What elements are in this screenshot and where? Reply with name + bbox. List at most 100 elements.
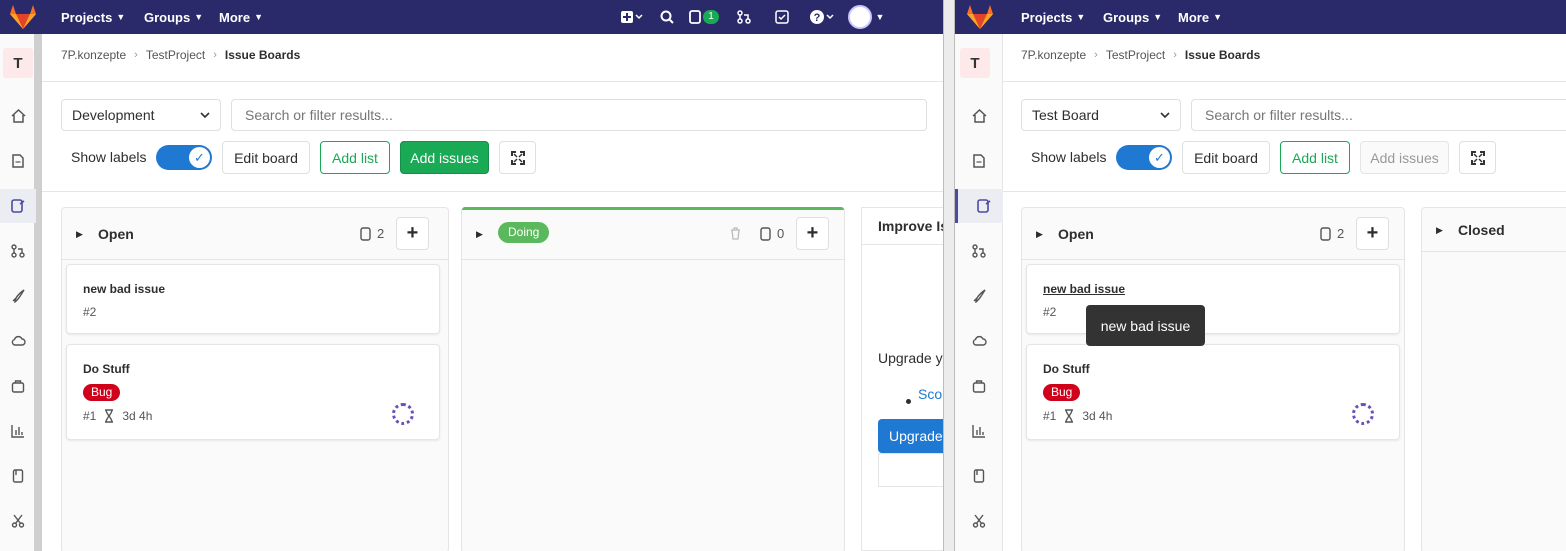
right-browser-pane: Projects ▼ Groups ▼ More ▼ T 7P.konzepte › …	[955, 0, 1566, 551]
add-list-button[interactable]: Add list	[1280, 141, 1350, 174]
issues-icon[interactable]	[0, 189, 36, 223]
user-avatar-menu[interactable]: ▼	[842, 0, 890, 34]
add-issue-plus-button[interactable]: +	[1356, 217, 1389, 250]
issue-card[interactable]: new bad issue #2	[66, 264, 440, 334]
issue-meta: #1 3d 4h	[83, 409, 152, 423]
bug-label[interactable]: Bug	[83, 384, 121, 401]
merge-request-icon[interactable]	[0, 234, 36, 268]
show-labels-label: Show labels	[1031, 149, 1107, 165]
merge-requests-icon[interactable]	[726, 0, 762, 34]
snippets-scissors-icon[interactable]	[961, 504, 997, 538]
collapse-caret-icon[interactable]: ▶	[1436, 225, 1443, 236]
upgrade-button[interactable]: Upgrade	[878, 419, 943, 453]
add-issues-button[interactable]: Add issues	[1360, 141, 1449, 174]
assignee-avatar[interactable]	[392, 403, 414, 425]
package-icon[interactable]	[0, 369, 36, 403]
home-icon[interactable]	[961, 99, 997, 133]
nav-projects-menu[interactable]: Projects ▼	[61, 0, 125, 34]
promo-feature-link[interactable]: Scop	[918, 386, 943, 402]
collapse-caret-icon[interactable]: ▶	[76, 229, 83, 240]
gitlab-logo-icon[interactable]	[965, 4, 995, 30]
collapse-caret-icon[interactable]: ▶	[1036, 229, 1043, 240]
breadcrumb-project-link[interactable]: TestProject	[1106, 48, 1165, 62]
chevron-down-icon: ▼	[1153, 12, 1163, 22]
issue-title[interactable]: new bad issue	[83, 282, 165, 296]
collapse-caret-icon[interactable]: ▶	[476, 229, 483, 240]
board-switcher-dropdown[interactable]: Development	[61, 99, 221, 131]
analytics-icon[interactable]	[0, 414, 36, 448]
breadcrumb-group-link[interactable]: 7P.konzepte	[1021, 48, 1086, 62]
breadcrumb-current[interactable]: Issue Boards	[1185, 48, 1260, 62]
edit-board-button[interactable]: Edit board	[1182, 141, 1270, 174]
help-icon[interactable]: ?	[802, 0, 842, 34]
rocket-icon[interactable]	[0, 279, 36, 313]
assignee-avatar[interactable]	[1352, 403, 1374, 425]
nav-projects-menu[interactable]: Projects ▼	[1021, 0, 1085, 34]
issues-nav-icon[interactable]: 1	[682, 0, 726, 34]
add-issues-button[interactable]: Add issues	[400, 141, 489, 174]
wiki-book-icon[interactable]	[0, 459, 36, 493]
todos-icon[interactable]	[762, 0, 802, 34]
show-labels-toggle[interactable]: ✓	[156, 145, 212, 170]
delete-list-icon[interactable]	[730, 227, 741, 243]
cloud-icon[interactable]	[961, 324, 997, 358]
breadcrumb-current[interactable]: Issue Boards	[225, 48, 300, 62]
board-list-open: ▶ Open 2 + new bad issue #2 Do Stuff Bug…	[61, 207, 449, 551]
svg-text:?: ?	[814, 12, 821, 24]
add-issue-plus-button[interactable]: +	[796, 217, 829, 250]
issue-title[interactable]: Do Stuff	[83, 362, 130, 376]
project-avatar[interactable]: T	[960, 48, 990, 78]
snippets-scissors-icon[interactable]	[0, 504, 36, 538]
issue-count: 2	[360, 226, 384, 241]
add-list-button[interactable]: Add list	[320, 141, 390, 174]
breadcrumb-group-link[interactable]: 7P.konzepte	[61, 48, 126, 62]
bug-label[interactable]: Bug	[1043, 384, 1081, 401]
search-input[interactable]	[231, 99, 927, 131]
issues-icon[interactable]	[955, 189, 1003, 223]
breadcrumb-project-link[interactable]: TestProject	[146, 48, 205, 62]
issue-title[interactable]: new bad issue	[1043, 282, 1125, 296]
board-switcher-dropdown[interactable]: Test Board	[1021, 99, 1181, 131]
fullscreen-button[interactable]	[1459, 141, 1496, 174]
repository-icon[interactable]	[961, 144, 997, 178]
edit-board-button[interactable]: Edit board	[222, 141, 310, 174]
breadcrumb: 7P.konzepte › TestProject › Issue Boards	[1021, 48, 1260, 62]
issues-icon	[760, 226, 771, 241]
home-icon[interactable]	[0, 99, 36, 133]
package-icon[interactable]	[961, 369, 997, 403]
doing-label[interactable]: Doing	[498, 222, 550, 243]
window-divider	[943, 0, 955, 551]
wiki-book-icon[interactable]	[961, 459, 997, 493]
nav-groups-menu[interactable]: Groups ▼	[1103, 0, 1162, 34]
merge-request-icon[interactable]	[961, 234, 997, 268]
list-header: ▶ Doing 0 +	[462, 208, 844, 260]
new-item-icon[interactable]	[612, 0, 652, 34]
top-navbar: Projects ▼ Groups ▼ More ▼ 1 ? ▼	[0, 0, 943, 34]
cloud-icon[interactable]	[0, 324, 36, 358]
search-icon[interactable]	[652, 0, 682, 34]
add-issue-plus-button[interactable]: +	[396, 217, 429, 250]
issue-ref: #2	[83, 305, 97, 319]
rocket-icon[interactable]	[961, 279, 997, 313]
repository-icon[interactable]	[0, 144, 36, 178]
issue-title[interactable]: Do Stuff	[1043, 362, 1090, 376]
fullscreen-button[interactable]	[499, 141, 536, 174]
chevron-down-icon: ▼	[116, 12, 126, 22]
list-title: Closed	[1458, 222, 1505, 238]
issue-card[interactable]: new bad issue #2	[1026, 264, 1400, 334]
avatar	[847, 5, 872, 29]
issue-card[interactable]: Do Stuff Bug #1 3d 4h	[1026, 344, 1400, 440]
time-estimate: 3d 4h	[1082, 409, 1113, 423]
list-header: ▶ Closed	[1422, 208, 1566, 252]
nav-groups-menu[interactable]: Groups ▼	[144, 0, 203, 34]
show-labels-toggle[interactable]: ✓	[1116, 145, 1172, 170]
nav-icon-group: 1 ? ▼	[612, 0, 890, 34]
gitlab-logo-icon[interactable]	[8, 4, 38, 30]
analytics-icon[interactable]	[961, 414, 997, 448]
nav-more-menu[interactable]: More ▼	[219, 0, 263, 34]
project-avatar[interactable]: T	[3, 48, 33, 78]
issue-card[interactable]: Do Stuff Bug #1 3d 4h	[66, 344, 440, 440]
nav-more-menu[interactable]: More ▼	[1178, 0, 1222, 34]
chevron-right-icon: ›	[213, 49, 217, 61]
search-input[interactable]	[1191, 99, 1566, 131]
